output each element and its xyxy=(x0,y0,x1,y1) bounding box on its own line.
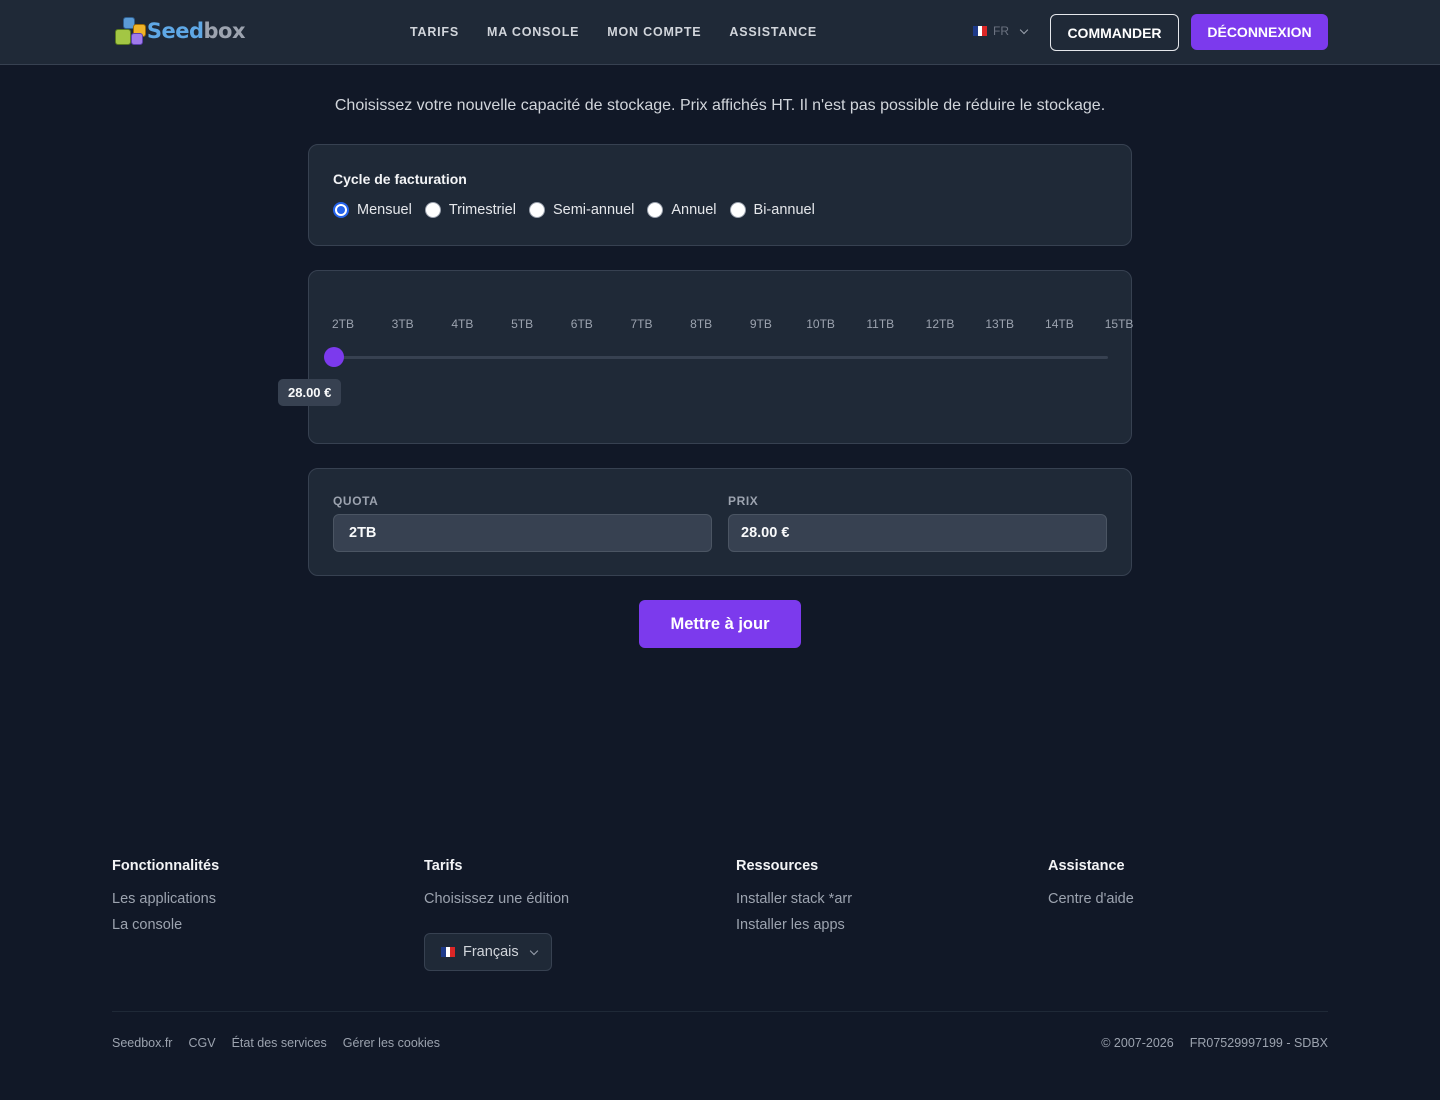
company-id: FR07529997199 - SDBX xyxy=(1189,1036,1328,1050)
footer-link-cookies[interactable]: Gérer les cookies xyxy=(343,1036,440,1050)
footer-column-title: Tarifs xyxy=(424,858,463,874)
footer-link-help-center[interactable]: Centre d'aide xyxy=(1048,891,1134,907)
footer-link-cgv[interactable]: CGV xyxy=(188,1036,215,1050)
footer-link-choose-edition[interactable]: Choisissez une édition xyxy=(424,891,569,907)
footer-link-console[interactable]: La console xyxy=(112,917,219,933)
radio-label: Mensuel xyxy=(357,202,412,218)
language-switcher[interactable]: FR xyxy=(973,24,1029,38)
footer-link-install-arr[interactable]: Installer stack *arr xyxy=(736,891,852,907)
slider-tick-label: 4TB xyxy=(451,317,474,331)
chevron-down-icon xyxy=(529,946,538,955)
logo-wordmark: Seedbox xyxy=(146,19,246,43)
slider-tick-label: 12TB xyxy=(925,317,955,331)
price-label: PRIX xyxy=(728,494,759,508)
footer-link-install-apps[interactable]: Installer les apps xyxy=(736,917,852,933)
storage-slider-card: 2TB 3TB 4TB 5TB 6TB 7TB 8TB 9TB 10TB 11TB 12TB 13TB… xyxy=(278,270,1133,444)
slider-tick-label: 3TB xyxy=(391,317,414,331)
radio-trimestriel[interactable]: Trimestriel xyxy=(424,202,516,218)
slider-tick-labels: 2TB 3TB 4TB 5TB 6TB 7TB 8TB 9TB 10TB 11TB 12TB 13TB… xyxy=(309,317,1133,333)
nav-assistance[interactable]: ASSISTANCE xyxy=(715,25,831,39)
footer-divider xyxy=(112,1011,1328,1012)
footer-column-support: Assistance Centre d'aide xyxy=(1048,858,1134,917)
radio-unchecked-icon[interactable] xyxy=(528,202,545,218)
order-button[interactable]: COMMANDER xyxy=(1050,14,1179,51)
footer-link-status[interactable]: État des services xyxy=(232,1036,327,1050)
radio-annuel[interactable]: Annuel xyxy=(647,202,717,218)
chevron-down-icon xyxy=(1019,25,1029,34)
footer-link-applications[interactable]: Les applications xyxy=(112,891,219,907)
seedbox-logo[interactable]: Seedbox xyxy=(113,15,245,47)
slider-tick-label: 5TB xyxy=(511,317,534,331)
slider-price-tooltip: 28.00 € xyxy=(278,379,342,406)
quota-label: QUOTA xyxy=(333,494,379,508)
radio-unchecked-icon[interactable] xyxy=(729,202,746,218)
footer-column-pricing: Tarifs Choisissez une édition xyxy=(424,858,569,917)
slider-tick-label: 10TB xyxy=(806,317,835,331)
footer-column-title: Assistance xyxy=(1048,858,1125,874)
language-code: FR xyxy=(993,24,1009,38)
top-header: Seedbox TARIFS MA CONSOLE MON COMPTE ASS… xyxy=(0,0,1440,65)
nav-tarifs[interactable]: TARIFS xyxy=(396,25,473,39)
slider-tick-label: 7TB xyxy=(630,317,653,331)
price-field[interactable]: 28.00 € xyxy=(728,514,1107,552)
radio-unchecked-icon[interactable] xyxy=(647,202,664,218)
quota-field[interactable]: 2TB xyxy=(333,514,712,552)
slider-thumb[interactable] xyxy=(324,347,344,367)
slider-tick-label: 15TB xyxy=(1104,317,1134,331)
billing-cycle-options: Mensuel Trimestriel Semi-annuel Annuel B… xyxy=(333,202,828,218)
radio-semi-annuel[interactable]: Semi-annuel xyxy=(528,202,635,218)
footer-bottom-links: Seedbox.fr CGV État des services Gérer l… xyxy=(112,1036,456,1050)
footer-legal: © 2007-2026 FR07529997199 - SDBX xyxy=(1085,1036,1328,1050)
radio-mensuel[interactable]: Mensuel xyxy=(333,202,412,218)
slider-tick-label: 2TB xyxy=(331,317,355,331)
radio-unchecked-icon[interactable] xyxy=(424,202,441,218)
footer-column-resources: Ressources Installer stack *arr Installe… xyxy=(736,858,852,943)
nav-ma-console[interactable]: MA CONSOLE xyxy=(473,25,593,39)
copyright: © 2007-2026 xyxy=(1101,1036,1174,1050)
summary-card: QUOTA 2TB PRIX 28.00 € xyxy=(308,468,1132,576)
slider-track[interactable] xyxy=(334,356,1108,359)
billing-cycle-card: Cycle de facturation Mensuel Trimestriel… xyxy=(308,144,1132,246)
slider-tick-label: 13TB xyxy=(985,317,1015,331)
slider-tick-label: 11TB xyxy=(866,317,895,331)
update-button[interactable]: Mettre à jour xyxy=(639,600,801,648)
intro-text: Choisissez votre nouvelle capacité de st… xyxy=(334,97,1106,114)
slider-tick-label: 6TB xyxy=(570,317,593,331)
billing-cycle-title: Cycle de facturation xyxy=(333,171,467,187)
slider-tick-label: 14TB xyxy=(1045,317,1074,331)
logout-button[interactable]: DÉCONNEXION xyxy=(1191,14,1328,50)
french-flag-icon xyxy=(973,26,988,36)
radio-checked-icon[interactable] xyxy=(333,202,349,218)
radio-bi-annuel[interactable]: Bi-annuel xyxy=(729,202,815,218)
french-flag-icon xyxy=(441,947,456,957)
footer-column-title: Ressources xyxy=(736,858,819,874)
footer-column-features: Fonctionnalités Les applications La cons… xyxy=(112,858,219,943)
radio-label: Trimestriel xyxy=(448,202,516,218)
footer-column-title: Fonctionnalités xyxy=(112,858,220,874)
radio-label: Annuel xyxy=(671,202,717,218)
radio-label: Bi-annuel xyxy=(753,202,815,218)
radio-label: Semi-annuel xyxy=(552,202,635,218)
footer-link-home[interactable]: Seedbox.fr xyxy=(112,1036,172,1050)
main-nav: TARIFS MA CONSOLE MON COMPTE ASSISTANCE xyxy=(396,0,831,64)
logo-cubes-icon xyxy=(113,15,146,47)
slider-tick-label: 9TB xyxy=(749,317,772,331)
language-select-value: Français xyxy=(463,944,519,960)
footer-language-select[interactable]: Français xyxy=(424,933,552,971)
nav-mon-compte[interactable]: MON COMPTE xyxy=(593,25,715,39)
slider-tick-label: 8TB xyxy=(690,317,713,331)
